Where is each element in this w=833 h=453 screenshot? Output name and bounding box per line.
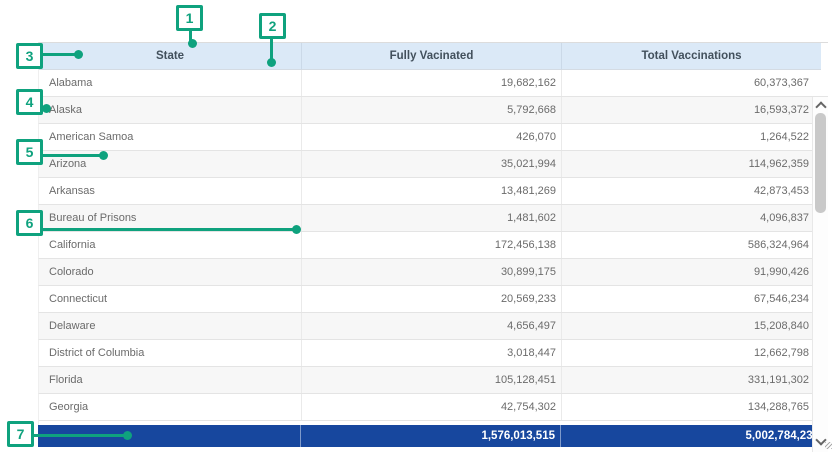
callout-1-dot (188, 39, 197, 48)
scrollbar-thumb[interactable] (815, 113, 826, 213)
fully-vacinated-cell: 1,481,602 (301, 205, 561, 231)
callout-2-stem (270, 38, 273, 60)
table-row[interactable]: Connecticut20,569,23367,546,234 (38, 286, 828, 313)
fully-vacinated-cell: 105,128,451 (301, 367, 561, 393)
vaccination-table: State Fully Vacinated Total Vaccinations… (38, 42, 828, 447)
callout-1-badge: 1 (176, 5, 203, 31)
column-header-fully-vacinated[interactable]: Fully Vacinated (301, 43, 561, 70)
state-cell: Georgia (39, 394, 301, 420)
total-total-vaccinations-cell: 5,002,784,231 (560, 425, 826, 447)
table-row[interactable]: Georgia42,754,302134,288,765 (38, 394, 828, 421)
fully-vacinated-cell: 42,754,302 (301, 394, 561, 420)
total-vaccinations-cell: 60,373,367 (561, 70, 813, 96)
callout-5-badge: 5 (16, 139, 43, 165)
state-cell: District of Columbia (39, 340, 301, 366)
total-vaccinations-cell: 331,191,302 (561, 367, 813, 393)
scroll-up-icon[interactable] (815, 101, 826, 112)
state-cell: Alabama (39, 70, 301, 96)
callout-4-dot (42, 104, 51, 113)
state-cell: Arkansas (39, 178, 301, 204)
table-row[interactable]: Delaware4,656,49715,208,840 (38, 313, 828, 340)
total-vaccinations-cell: 15,208,840 (561, 313, 813, 339)
callout-4-badge: 4 (16, 89, 43, 115)
fully-vacinated-cell: 4,656,497 (301, 313, 561, 339)
total-fully-vacinated-cell: 1,576,013,515 (300, 425, 560, 447)
callout-7-dot (123, 431, 132, 440)
fully-vacinated-cell: 426,070 (301, 124, 561, 150)
table-body: Alabama19,682,16260,373,367Alaska5,792,6… (38, 70, 828, 421)
callout-3-stem (43, 53, 77, 56)
callout-3-badge: 3 (16, 43, 43, 69)
total-vaccinations-cell: 4,096,837 (561, 205, 813, 231)
state-cell: Connecticut (39, 286, 301, 312)
total-vaccinations-cell: 586,324,964 (561, 232, 813, 258)
state-cell: California (39, 232, 301, 258)
table-row[interactable]: District of Columbia3,018,44712,662,798 (38, 340, 828, 367)
total-vaccinations-cell: 1,264,522 (561, 124, 813, 150)
callout-6-dot (292, 225, 301, 234)
fully-vacinated-cell: 30,899,175 (301, 259, 561, 285)
table-row[interactable]: Colorado30,899,17591,990,426 (38, 259, 828, 286)
callout-7-badge: 7 (7, 421, 34, 447)
total-vaccinations-cell: 91,990,426 (561, 259, 813, 285)
table-row[interactable]: Arkansas13,481,26942,873,453 (38, 178, 828, 205)
table-header-row: State Fully Vacinated Total Vaccinations (38, 42, 828, 70)
fully-vacinated-cell: 3,018,447 (301, 340, 561, 366)
state-cell: Alaska (39, 97, 301, 123)
total-vaccinations-cell: 16,593,372 (561, 97, 813, 123)
callout-2-dot (267, 58, 276, 67)
total-vaccinations-cell: 114,962,359 (561, 151, 813, 177)
fully-vacinated-cell: 19,682,162 (301, 70, 561, 96)
callout-6-badge: 6 (16, 210, 43, 236)
state-cell: Florida (39, 367, 301, 393)
table-row[interactable]: American Samoa426,0701,264,522 (38, 124, 828, 151)
totals-row: 1,576,013,515 5,002,784,231 (38, 425, 826, 447)
fully-vacinated-cell: 5,792,668 (301, 97, 561, 123)
fully-vacinated-cell: 13,481,269 (301, 178, 561, 204)
callout-7-stem (34, 434, 126, 437)
callout-6-stem (43, 228, 295, 231)
total-vaccinations-cell: 67,546,234 (561, 286, 813, 312)
table-row[interactable]: California172,456,138586,324,964 (38, 232, 828, 259)
vertical-scrollbar[interactable] (812, 97, 828, 452)
total-vaccinations-cell: 134,288,765 (561, 394, 813, 420)
column-header-total-vaccinations[interactable]: Total Vaccinations (561, 43, 821, 70)
state-cell: Delaware (39, 313, 301, 339)
callout-5-dot (99, 151, 108, 160)
table-row[interactable]: Alaska5,792,66816,593,372 (38, 97, 828, 124)
callout-3-dot (74, 50, 83, 59)
resize-grip-icon[interactable] (825, 442, 832, 449)
state-cell: American Samoa (39, 124, 301, 150)
fully-vacinated-cell: 35,021,994 (301, 151, 561, 177)
table-row[interactable]: Florida105,128,451331,191,302 (38, 367, 828, 394)
state-cell: Colorado (39, 259, 301, 285)
table-row[interactable]: Arizona35,021,994114,962,359 (38, 151, 828, 178)
callout-2-badge: 2 (259, 13, 286, 39)
total-vaccinations-cell: 12,662,798 (561, 340, 813, 366)
fully-vacinated-cell: 20,569,233 (301, 286, 561, 312)
total-vaccinations-cell: 42,873,453 (561, 178, 813, 204)
screenshot-stage: State Fully Vacinated Total Vaccinations… (0, 0, 833, 453)
fully-vacinated-cell: 172,456,138 (301, 232, 561, 258)
table-row[interactable]: Alabama19,682,16260,373,367 (38, 70, 828, 97)
callout-5-stem (43, 154, 101, 157)
